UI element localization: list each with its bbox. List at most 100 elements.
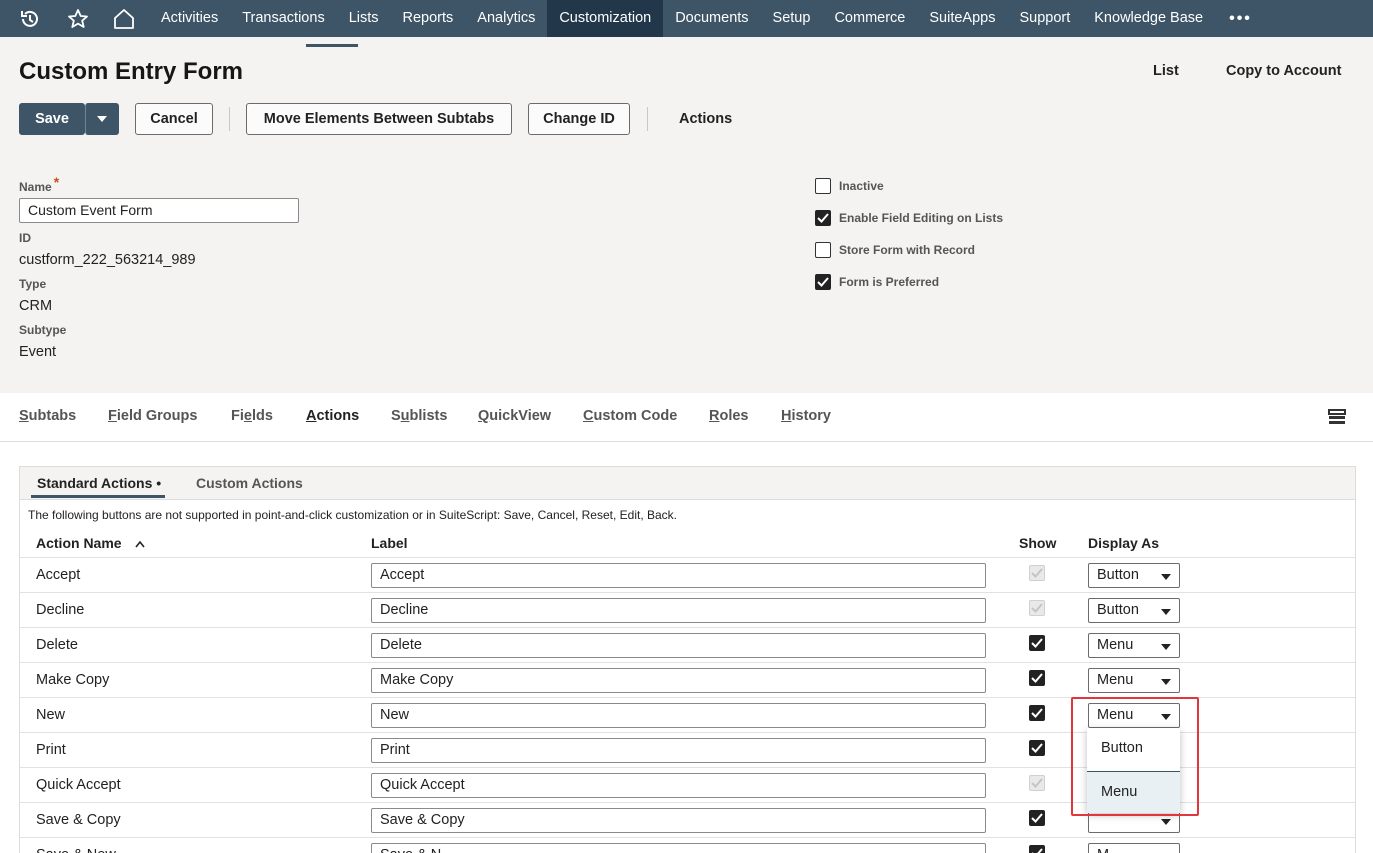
save-options-button[interactable]	[85, 103, 119, 135]
caret-down-icon	[1161, 819, 1171, 825]
display-as-value: Menu	[1097, 637, 1134, 653]
label-input[interactable]: New	[371, 703, 986, 728]
recent-history-icon[interactable]	[10, 0, 50, 37]
label-input[interactable]: Print	[371, 738, 986, 763]
subtype-value: Event	[19, 344, 57, 360]
list-link[interactable]: List	[1153, 63, 1179, 79]
checkbox-label: Enable Field Editing on Lists	[839, 211, 1004, 225]
cancel-button[interactable]: Cancel	[135, 103, 213, 135]
subtab[interactable]: Sublists	[391, 408, 447, 424]
actions-menu[interactable]: Actions	[679, 111, 732, 127]
name-label: Name *	[19, 174, 60, 194]
caret-down-icon	[1161, 574, 1171, 580]
move-elements-button[interactable]: Move Elements Between Subtabs	[246, 103, 512, 135]
active-tab-indicator	[306, 44, 358, 47]
action-name: Decline	[36, 602, 85, 618]
subtab[interactable]: Roles	[709, 408, 749, 424]
chevron-down-icon	[97, 116, 107, 122]
dropdown-option-button[interactable]: Button	[1087, 728, 1180, 770]
page-title: Custom Entry Form	[19, 58, 244, 85]
checkbox-label: Inactive	[839, 179, 884, 193]
nav-item-analytics[interactable]: Analytics	[465, 0, 547, 37]
toolbar-divider	[647, 107, 648, 131]
table-row: Decline Decline Button	[20, 592, 1355, 627]
checkbox-row[interactable]: Form is Preferred	[815, 274, 939, 290]
checkbox-label: Store Form with Record	[839, 243, 976, 257]
label-input[interactable]: Save & N	[371, 843, 986, 853]
subtabs-bar	[0, 393, 1373, 442]
label-input[interactable]: Decline	[371, 598, 986, 623]
caret-down-icon	[1161, 679, 1171, 685]
nav-item-support[interactable]: Support	[1007, 0, 1082, 37]
display-as-select[interactable]: M	[1088, 843, 1180, 853]
checkbox-row[interactable]: Store Form with Record	[815, 242, 975, 258]
checkbox-row[interactable]: Inactive	[815, 178, 884, 194]
action-name: New	[36, 707, 66, 723]
show-checkbox-disabled	[1029, 600, 1045, 616]
save-button[interactable]: Save	[19, 103, 85, 135]
show-checkbox-checked[interactable]	[1029, 845, 1045, 853]
show-checkbox-checked[interactable]	[1029, 635, 1045, 651]
subtab[interactable]: QuickView	[478, 408, 551, 424]
toolbar-divider	[229, 107, 230, 131]
tab-custom-actions[interactable]: Custom Actions	[196, 475, 303, 491]
label-input[interactable]: Delete	[371, 633, 986, 658]
favorites-star-icon[interactable]	[58, 0, 98, 37]
checkbox-checked[interactable]	[815, 210, 831, 226]
label-input[interactable]: Quick Accept	[371, 773, 986, 798]
nav-item-customization[interactable]: Customization	[547, 0, 664, 37]
change-id-button[interactable]: Change ID	[528, 103, 630, 135]
display-as-select[interactable]: Menu	[1088, 668, 1180, 693]
checkbox-label: Form is Preferred	[839, 275, 940, 289]
table-row: Delete Delete Menu	[20, 627, 1355, 662]
nav-item-documents[interactable]: Documents	[663, 0, 760, 37]
show-checkbox-checked[interactable]	[1029, 740, 1045, 756]
display-as-select[interactable]: Menu	[1088, 633, 1180, 658]
subtab[interactable]: Subtabs	[19, 408, 76, 424]
nav-item-setup[interactable]: Setup	[761, 0, 823, 37]
display-as-select[interactable]: Button	[1088, 598, 1180, 623]
subtab[interactable]: Custom Code	[583, 408, 677, 424]
nav-item-transactions[interactable]: Transactions	[230, 0, 336, 37]
action-name: Save & Copy	[36, 812, 121, 828]
nav-item-suiteapps[interactable]: SuiteApps	[917, 0, 1007, 37]
label-input[interactable]: Save & Copy	[371, 808, 986, 833]
column-header-action-name[interactable]: Action Name	[36, 535, 146, 551]
nav-item-activities[interactable]: Activities	[149, 0, 230, 37]
checkbox-unchecked[interactable]	[815, 178, 831, 194]
show-checkbox-checked[interactable]	[1029, 810, 1045, 826]
checkbox-checked[interactable]	[815, 274, 831, 290]
label-input[interactable]: Accept	[371, 563, 986, 588]
checkbox-unchecked[interactable]	[815, 242, 831, 258]
name-field[interactable]: Custom Event Form	[19, 198, 299, 223]
checkbox-row[interactable]: Enable Field Editing on Lists	[815, 210, 1003, 226]
more-menu-icon[interactable]: •••	[1215, 0, 1252, 37]
show-checkbox-disabled	[1029, 775, 1045, 791]
nav-item-reports[interactable]: Reports	[391, 0, 466, 37]
subtab[interactable]: Fields	[231, 408, 273, 424]
nav-item-knowledge-base[interactable]: Knowledge Base	[1082, 0, 1215, 37]
action-name: Save & New	[36, 847, 116, 853]
label-input[interactable]: Make Copy	[371, 668, 986, 693]
subtab[interactable]: Actions	[306, 408, 359, 424]
home-icon[interactable]	[104, 0, 144, 37]
nav-item-commerce[interactable]: Commerce	[822, 0, 917, 37]
show-checkbox-disabled	[1029, 565, 1045, 581]
display-as-value: Menu	[1097, 707, 1134, 723]
display-as-select[interactable]: Menu	[1088, 703, 1180, 728]
top-navigation: Activities Transactions Lists Reports Analyt…	[0, 0, 1373, 37]
copy-to-account-link[interactable]: Copy to Account	[1226, 63, 1341, 79]
nav-item-lists[interactable]: Lists	[337, 0, 391, 37]
caret-down-icon	[1161, 644, 1171, 650]
caret-down-icon	[1161, 714, 1171, 720]
type-value: CRM	[19, 298, 53, 314]
show-checkbox-checked[interactable]	[1029, 670, 1045, 686]
dropdown-option-menu[interactable]: Menu	[1087, 771, 1180, 813]
show-checkbox-checked[interactable]	[1029, 705, 1045, 721]
subtab[interactable]: History	[781, 408, 831, 424]
table-row: Make Copy Make Copy Menu	[20, 662, 1355, 697]
display-as-select[interactable]: Button	[1088, 563, 1180, 588]
tab-standard-actions[interactable]: Standard Actions •	[37, 475, 161, 491]
collapse-view-icon[interactable]	[1328, 409, 1346, 428]
subtab[interactable]: Field Groups	[108, 408, 197, 424]
